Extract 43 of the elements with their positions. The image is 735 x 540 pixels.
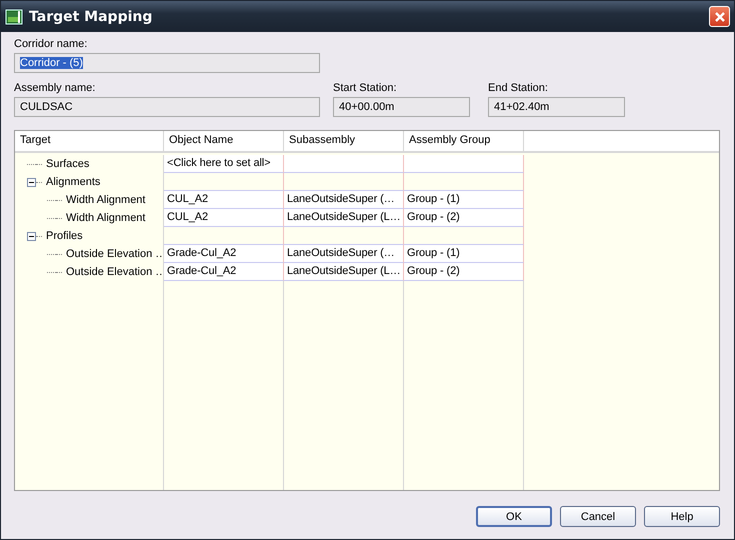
field-label: End Station: xyxy=(488,82,548,94)
field-label: Assembly name: xyxy=(14,82,96,94)
tree-item[interactable]: Alignments xyxy=(46,176,100,188)
table-cell[interactable] xyxy=(284,155,404,173)
column-header[interactable]: Assembly Group xyxy=(404,131,524,151)
table-cell[interactable]: Group - (2) xyxy=(404,209,524,227)
table-cell[interactable]: CUL_A2 xyxy=(164,191,284,209)
table-cell[interactable]: <Click here to set all> xyxy=(164,155,284,173)
collapse-icon[interactable] xyxy=(27,232,36,240)
collapse-icon[interactable] xyxy=(27,178,36,186)
dialog-button[interactable]: Help xyxy=(644,506,720,527)
dialog-button[interactable]: OK xyxy=(476,506,552,527)
table-cell[interactable]: Group - (1) xyxy=(404,245,524,263)
assembly-name-field[interactable]: CULDSAC xyxy=(14,97,320,117)
column-header[interactable]: Object Name xyxy=(164,131,284,151)
window-title: Target Mapping xyxy=(29,8,152,24)
table-cell[interactable]: LaneOutsideSuper (… xyxy=(284,245,404,263)
table-cell[interactable]: LaneOutsideSuper (… xyxy=(284,191,404,209)
table-cell[interactable]: LaneOutsideSuper (L… xyxy=(284,209,404,227)
tree-item[interactable]: Outside Elevation … xyxy=(66,248,163,260)
field-label: Start Station: xyxy=(333,82,397,94)
table-cell[interactable]: CUL_A2 xyxy=(164,209,284,227)
end-station-field[interactable]: 41+02.40m xyxy=(488,97,625,117)
start-station-field[interactable]: 40+00.00m xyxy=(333,97,470,117)
table-cell[interactable] xyxy=(404,155,524,173)
table-cell[interactable]: Group - (2) xyxy=(404,263,524,281)
corridor-name-field[interactable]: Corridor - (5) xyxy=(14,53,320,73)
tree-item[interactable]: Profiles xyxy=(46,230,83,242)
column-header[interactable]: Target xyxy=(15,131,164,151)
field-label: Corridor name: xyxy=(14,38,88,50)
close-icon xyxy=(714,10,726,22)
app-icon xyxy=(5,8,23,26)
tree-item[interactable]: Surfaces xyxy=(46,158,90,170)
tree-item[interactable]: Width Alignment xyxy=(66,194,146,206)
tree-item[interactable]: Width Alignment xyxy=(66,212,146,224)
table-cell[interactable]: Grade-Cul_A2 xyxy=(164,263,284,281)
table-cell[interactable]: Grade-Cul_A2 xyxy=(164,245,284,263)
close-button[interactable] xyxy=(709,6,730,27)
column-header[interactable]: Subassembly xyxy=(284,131,404,151)
dialog-button[interactable]: Cancel xyxy=(560,506,636,527)
table-cell[interactable]: Group - (1) xyxy=(404,191,524,209)
table-cell[interactable]: LaneOutsideSuper (L… xyxy=(284,263,404,281)
tree-item[interactable]: Outside Elevation … xyxy=(66,266,163,278)
